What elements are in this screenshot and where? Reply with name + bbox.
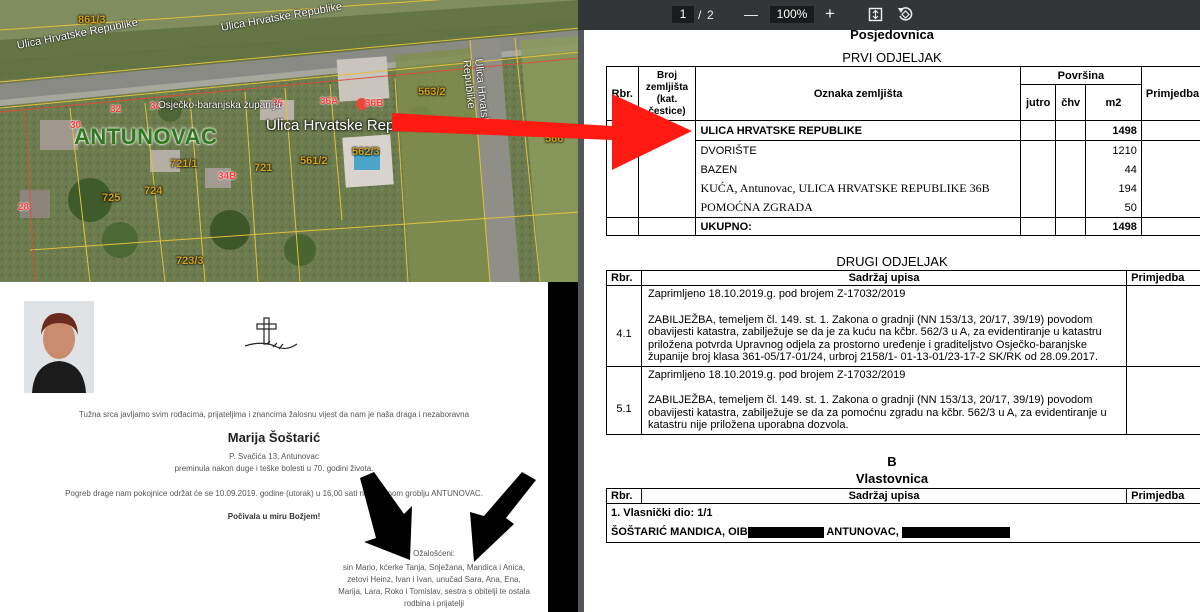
col-m2: m2 [1084,84,1142,121]
col-rbr: Rbr. [606,488,642,504]
rotate-icon[interactable] [897,6,913,22]
section-header-cut: Posjedovnica [850,30,934,42]
col-rbr: Rbr. [606,270,642,286]
mourners-line: Marija, Lara, Roko i Tomislav, sestra s … [338,587,530,596]
ownership-share: 1. Vlasnički dio: 1/1 [606,503,1200,520]
col-rbr: Rbr. [606,66,639,121]
col-note: Primjedba [1126,488,1200,504]
col-land-designation: Oznaka zemljišta [695,66,1021,121]
total-label: UKUPNO: [695,217,1021,236]
house-number: 36B [365,98,384,109]
house-number: 32 [110,104,122,115]
parcel-label: 561/2 [300,155,328,167]
document-page: Posjedovnica PRVI ODJELJAK Rbr. Broj zem… [584,30,1200,612]
parcel-label: 725 [102,192,121,204]
land-row-area: 50 [1084,198,1142,218]
cross-icon [244,317,298,350]
house-number: 36A [320,96,339,107]
deceased-address: P. Svačića 13, Antunovac [229,452,319,461]
col-chv: čhv [1055,84,1086,121]
black-arrows [360,472,536,562]
col-note: Primjedba [1126,270,1200,286]
zoom-out-button[interactable]: — [744,6,758,22]
mourners-line: zetovi Heinz, Ivan i Ivan, unučad Sara, … [347,575,521,584]
deceased-name: Marija Šoštarić [227,430,321,445]
parcel-label: 566 [545,133,564,145]
obituary-intro: Tužna srca javljamo svim rođacima, prija… [78,410,470,419]
land-row-label: DVORIŠTE [695,140,1021,160]
col-area: Površina [1019,66,1142,85]
pdf-toolbar: 1 / 2 — 100% + [578,0,1200,30]
land-row-area: 44 [1084,160,1142,179]
col-note: Primjedba [1140,66,1200,121]
land-row-area: 1498 [1084,120,1142,141]
house-number: 28 [18,202,30,213]
page-total: 2 [707,8,714,22]
parcels-table: Rbr. Broj zemljišta (kat. čestice) Oznak… [606,66,1200,236]
entry-text: ZABILJEŽBA, temeljem čl. 149. st. 1. Zak… [647,313,1102,364]
col-content: Sadržaj upisa [640,270,1128,286]
deceased-photo [24,301,94,393]
parcel-number: 3 [637,120,697,141]
col-jutro: jutro [1019,84,1057,121]
redaction-bar [747,526,824,538]
parcel-label: 562/3 [352,146,380,158]
place-name: ANTUNOVAC [74,124,218,149]
mourners-line: rodbina i prijatelji [403,599,465,608]
cadastral-map: 861/3 563/2 721/1 721 561/2 562/3 725 72… [0,0,580,282]
entries-table: Rbr. Sadržaj upisa Primjedba 4.1 Zapriml… [606,270,1200,435]
parcel-label: 724 [144,185,163,197]
house-number: 34B [218,171,237,182]
page-number-input[interactable]: 1 [672,6,694,23]
section-letter: B [887,454,897,469]
parcel-label: 721 [254,162,273,174]
section-title: Vlastovnica [855,471,929,486]
location-callout: Ulica Hrvatske Republike 36B [266,117,465,134]
page-separator: / [698,8,702,22]
parcel-label: 723/3 [176,255,204,267]
entry-text: ZABILJEŽBA, temeljem čl. 149. st. 1. Zak… [647,394,1107,431]
entry-received: Zaprimljeno 18.10.2019.g. pod brojem Z-1… [647,288,906,300]
ownership-table: Rbr. Sadržaj upisa Primjedba 1. Vlasničk… [606,488,1200,543]
land-row-area: 194 [1084,179,1142,198]
obituary-notice: Tužna srca javljamo svim rođacima, prija… [0,282,548,612]
parcel-label: 721/1 [170,158,198,170]
county-label: Osječko-baranjska županija [158,100,281,111]
land-row-area: 1210 [1084,140,1142,160]
land-row-label: KUĆA, Antunovac, ULICA HRVATSKE REPUBLIK… [695,179,1021,198]
section-title: PRVI ODJELJAK [842,50,942,65]
pdf-viewer: 1 / 2 — 100% + Posjedovnica PRVI ODJELJA… [578,0,1200,612]
parcel-label: 563/2 [418,86,446,98]
zoom-level-input[interactable]: 100% [770,6,814,23]
section-title: DRUGI ODJELJAK [836,254,948,269]
total-area: 1498 [1084,217,1142,236]
col-parcel-number: Broj zemljišta (kat. čestice) [637,66,697,121]
entry-number: 5.1 [606,365,642,435]
owner-name: ŠOŠTARIĆ MANDICA, OIB [611,526,748,538]
entry-received: Zaprimljeno 18.10.2019.g. pod brojem Z-1… [647,368,906,381]
col-content: Sadržaj upisa [640,488,1128,504]
zoom-in-button[interactable]: + [825,4,835,24]
redaction-bar [901,526,1010,538]
entry-number: 4.1 [606,285,642,367]
land-row-label: POMOĆNA ZGRADA [695,198,1021,218]
land-row-label: ULICA HRVATSKE REPUBLIKE [695,120,1021,141]
fit-page-icon[interactable] [868,7,883,22]
land-row-label: BAZEN [695,160,1021,179]
owner-place: ANTUNOVAC, [826,526,899,538]
